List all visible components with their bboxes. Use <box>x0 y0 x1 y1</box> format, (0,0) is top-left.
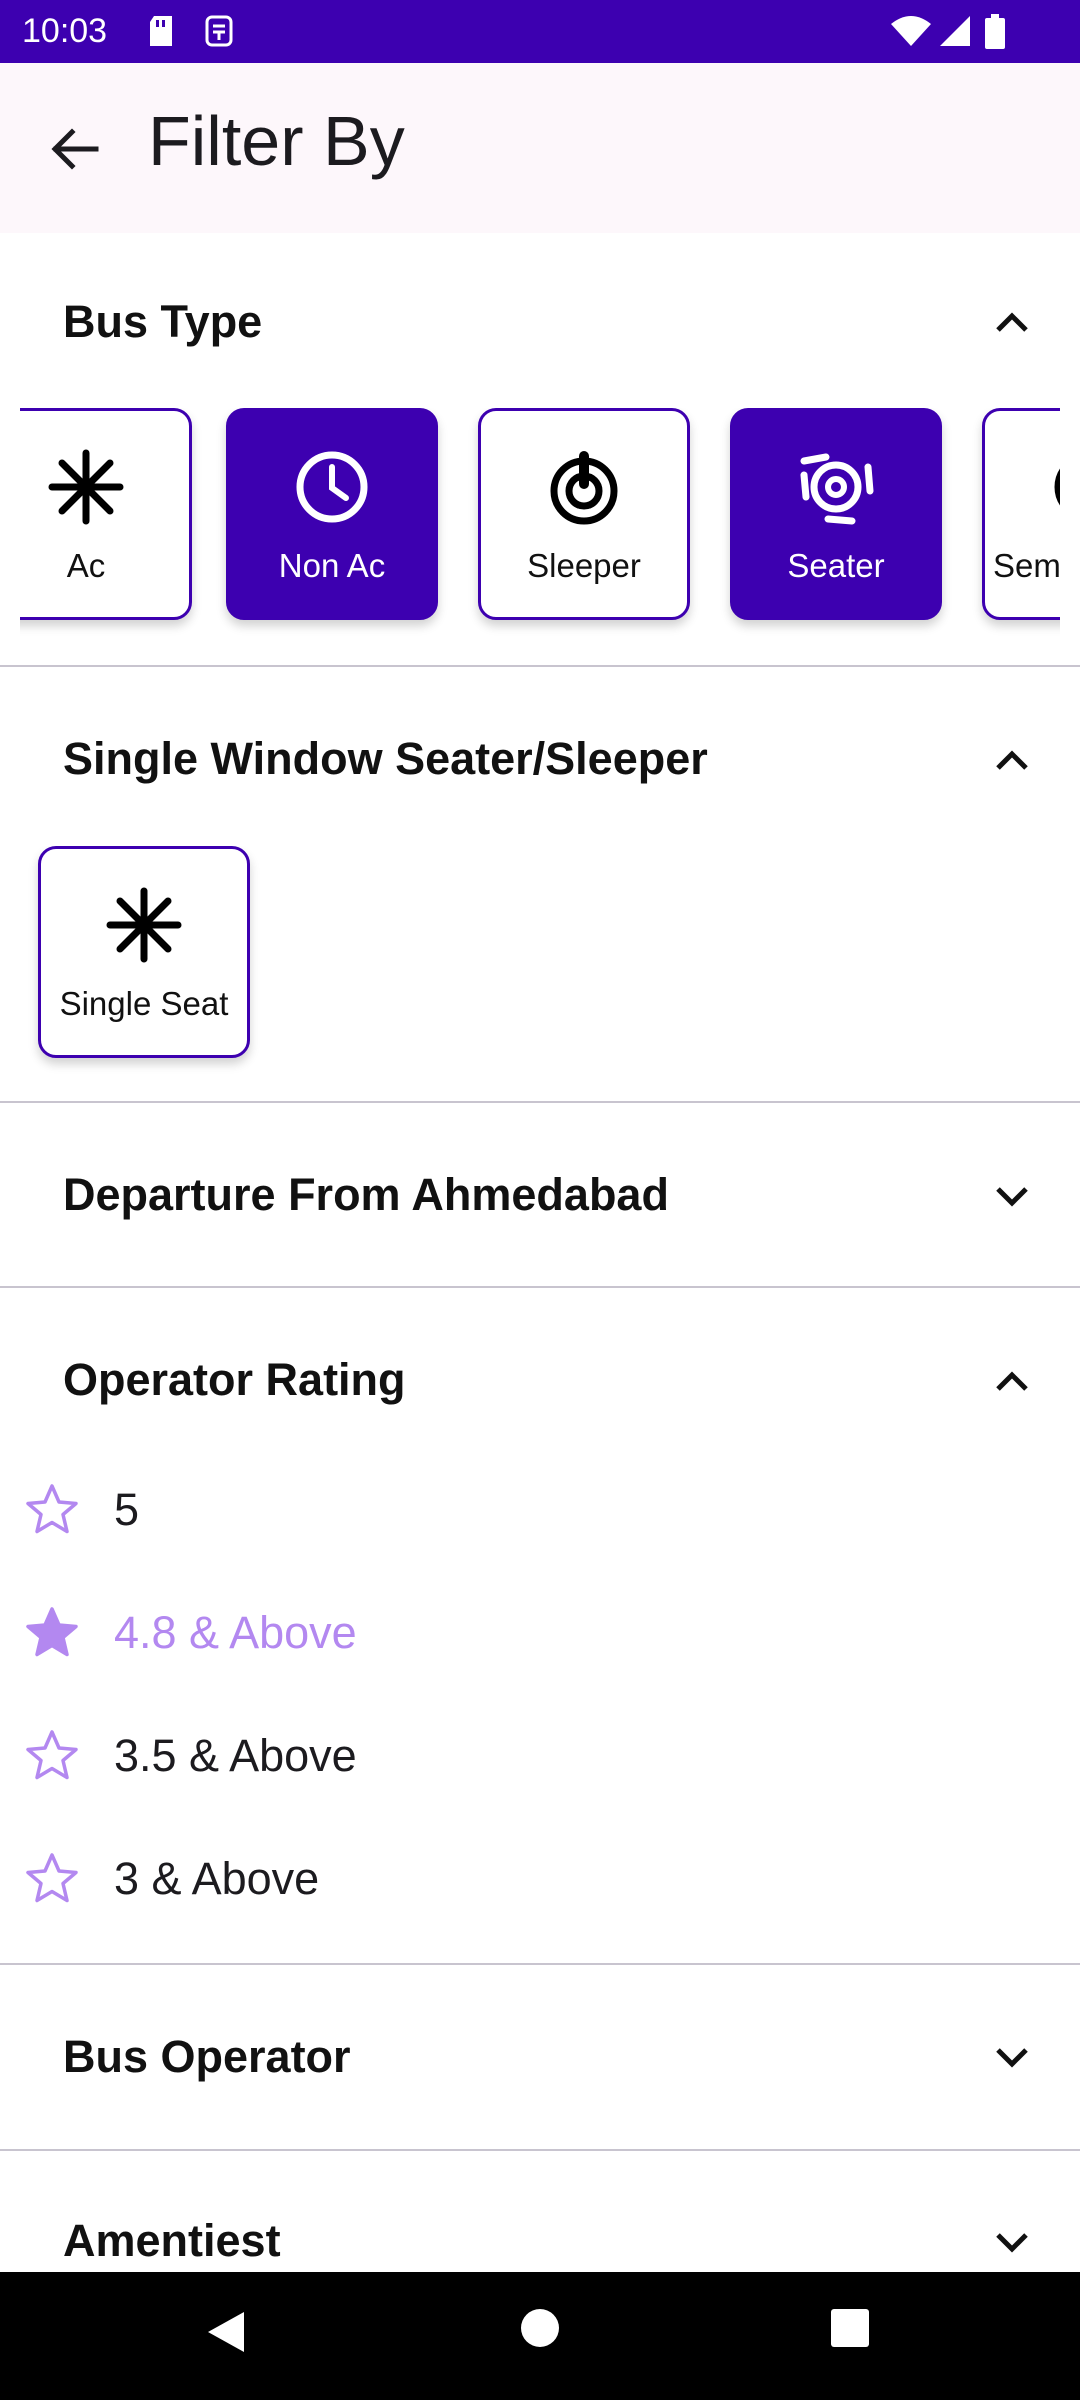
status-bar: 10:03 <box>0 0 1080 63</box>
divider <box>0 2149 1080 2151</box>
single-window-header[interactable]: Single Window Seater/Sleeper <box>63 733 708 785</box>
chip-semi-sleeper[interactable]: Sem <box>982 408 1060 620</box>
rating-option-4-8[interactable]: 4.8 & Above <box>0 1583 1080 1693</box>
page-title: Filter By <box>148 102 405 180</box>
chip-seater[interactable]: Seater <box>730 408 942 620</box>
chip-single-seat[interactable]: Single Seat <box>38 846 250 1058</box>
app-bar: Filter By <box>0 63 1080 233</box>
rating-option-label: 3 & Above <box>114 1853 320 1904</box>
star-outline-icon <box>26 1853 78 1903</box>
sd-card-icon <box>150 16 172 46</box>
clock-icon <box>296 451 368 523</box>
chip-ac[interactable]: Ac <box>20 408 192 620</box>
divider <box>0 1286 1080 1288</box>
chevron-up-icon[interactable] <box>990 738 1034 782</box>
rating-option-3-5[interactable]: 3.5 & Above <box>0 1706 1080 1816</box>
chevron-up-icon[interactable] <box>990 300 1034 344</box>
chip-sleeper[interactable]: Sleeper <box>478 408 690 620</box>
snowflake-icon <box>106 887 182 963</box>
chevron-down-icon[interactable] <box>990 1175 1034 1219</box>
chevron-down-icon[interactable] <box>990 2221 1034 2265</box>
rating-option-5[interactable]: 5 <box>0 1460 1080 1570</box>
chip-label: Seater <box>787 547 885 584</box>
bus-type-chips: Ac Non Ac Sleeper Seater Sem <box>20 408 1060 638</box>
nav-back-icon[interactable] <box>204 2308 248 2356</box>
chip-label: Single Seat <box>59 985 229 1022</box>
battery-icon <box>985 14 1005 49</box>
notification-icon <box>205 15 233 47</box>
divider <box>0 665 1080 667</box>
chevron-down-icon[interactable] <box>990 2036 1034 2080</box>
star-outline-icon <box>26 1730 78 1780</box>
wifi-icon <box>891 16 931 46</box>
semi-sleeper-icon <box>1054 468 1060 506</box>
bus-type-header[interactable]: Bus Type <box>63 296 262 348</box>
divider <box>0 1101 1080 1103</box>
divider <box>0 1963 1080 1965</box>
chip-label: Sleeper <box>527 547 641 584</box>
rating-option-3[interactable]: 3 & Above <box>0 1829 1080 1939</box>
chip-label: Sem <box>993 547 1060 584</box>
nav-home-icon[interactable] <box>520 2308 560 2348</box>
sleeper-icon <box>550 451 618 525</box>
system-nav-bar <box>0 2272 1080 2400</box>
rating-option-label: 5 <box>114 1484 140 1535</box>
rating-option-label: 4.8 & Above <box>114 1607 357 1658</box>
star-outline-icon <box>26 1484 78 1534</box>
snowflake-icon <box>48 449 124 525</box>
status-time: 10:03 <box>22 12 108 50</box>
back-arrow-icon[interactable] <box>46 121 102 177</box>
departure-header[interactable]: Departure From Ahmedabad <box>63 1169 669 1221</box>
signal-icon <box>940 16 970 46</box>
nav-recents-icon[interactable] <box>830 2308 870 2348</box>
chip-label: Ac <box>66 547 106 584</box>
bus-operator-header[interactable]: Bus Operator <box>63 2031 351 2083</box>
single-window-chips: Single Seat <box>20 846 1060 1076</box>
chip-non-ac[interactable]: Non Ac <box>226 408 438 620</box>
chip-label: Non Ac <box>278 547 386 584</box>
chevron-up-icon[interactable] <box>990 1359 1034 1403</box>
rating-option-label: 3.5 & Above <box>114 1730 357 1781</box>
operator-rating-header[interactable]: Operator Rating <box>63 1354 406 1406</box>
seater-icon <box>800 453 874 525</box>
star-filled-icon <box>26 1607 78 1657</box>
amenities-header[interactable]: Amentiest <box>63 2215 281 2267</box>
